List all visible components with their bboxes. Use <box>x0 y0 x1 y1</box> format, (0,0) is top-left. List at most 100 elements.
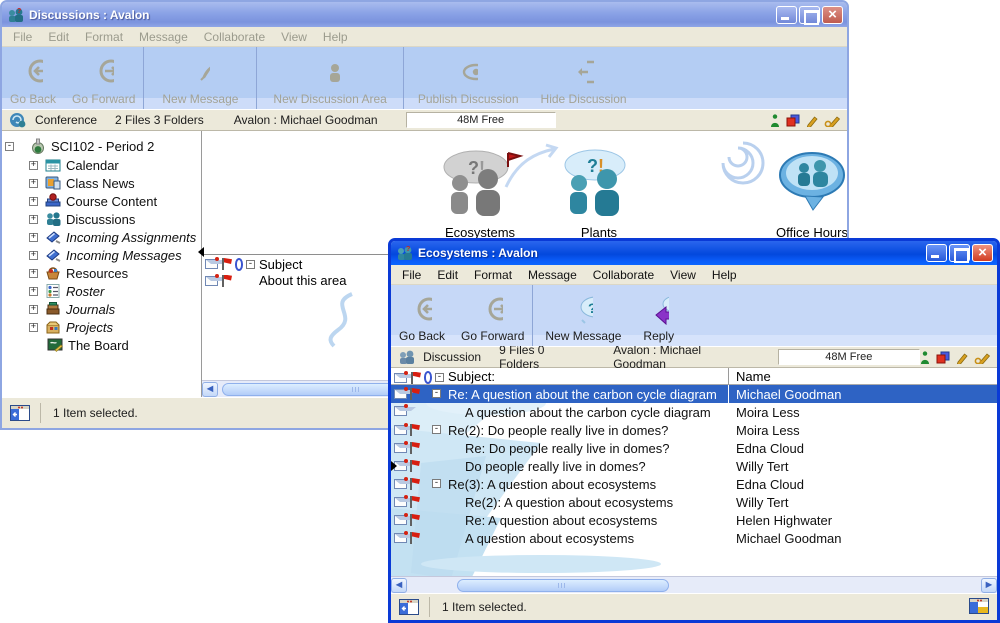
pane-splitter-arrow[interactable] <box>198 247 204 257</box>
expand-box[interactable]: + <box>29 287 38 296</box>
list-hscrollbar[interactable]: ◄ ► <box>391 576 997 593</box>
menu-view[interactable]: View <box>662 266 704 284</box>
message-row[interactable]: Re: A question about ecosystems Helen Hi… <box>391 511 997 529</box>
message-row[interactable]: - Re(2): Do people really live in domes?… <box>391 421 997 439</box>
desktop-icon-office-hours[interactable]: Office Hours <box>747 149 847 242</box>
tree-item-discussions[interactable]: + Discussions <box>2 210 201 228</box>
expand-box[interactable]: + <box>29 179 38 188</box>
maximize-button[interactable] <box>799 6 820 24</box>
tree-item-incoming-messages[interactable]: + Incoming Messages <box>2 246 201 264</box>
menu-edit[interactable]: Edit <box>429 266 466 284</box>
edit-pencil-icon[interactable] <box>806 114 818 127</box>
message-row[interactable]: - Re: A question about the carbon cycle … <box>391 385 997 403</box>
scroll-left-arrow[interactable]: ◄ <box>202 382 218 397</box>
view-options-icon[interactable] <box>969 598 989 614</box>
expand-box[interactable]: + <box>29 323 38 332</box>
person-permission-icon[interactable] <box>920 351 930 364</box>
tree-item-sci102[interactable]: - SCI102 - Period 2 <box>2 136 201 156</box>
menu-message[interactable]: Message <box>131 28 196 46</box>
collapse-all-box[interactable]: - <box>435 373 444 382</box>
titlebar-discussions[interactable]: ? Discussions : Avalon <box>2 2 847 27</box>
edit-pencil-icon[interactable] <box>956 351 968 364</box>
menu-edit[interactable]: Edit <box>40 28 77 46</box>
expand-box[interactable]: + <box>29 197 38 206</box>
reply-button[interactable]: ?? Reply <box>633 285 684 346</box>
expand-box[interactable]: + <box>29 161 38 170</box>
scroll-left-arrow[interactable]: ◄ <box>391 578 407 593</box>
name-column-header[interactable]: Name <box>736 369 771 384</box>
new-message-button[interactable]: ?? New Message <box>533 285 633 346</box>
list-header[interactable]: - Subject: Name <box>391 368 997 385</box>
message-row[interactable]: Do people really live in domes? Willy Te… <box>391 457 997 475</box>
expand-box[interactable]: + <box>29 305 38 314</box>
tree-item-course-content[interactable]: + Course Content <box>2 192 201 210</box>
desktop-icon-plants[interactable]: ?! Plants <box>544 147 654 242</box>
layers-icon[interactable] <box>936 351 950 364</box>
go-back-button[interactable]: Go Back <box>2 47 64 109</box>
message-row[interactable]: Re(2): A question about ecosystems Willy… <box>391 493 997 511</box>
free-space-indicator: 48M Free <box>406 112 556 128</box>
menu-help[interactable]: Help <box>315 28 356 46</box>
menu-collaborate[interactable]: Collaborate <box>196 28 273 46</box>
tree-item-incoming-assignments[interactable]: + Incoming Assignments <box>2 228 201 246</box>
new-discussion-area-button[interactable]: New Discussion Area <box>257 47 402 109</box>
message-row[interactable]: A question about the carbon cycle diagra… <box>391 403 997 421</box>
collapse-all-box[interactable]: - <box>246 260 255 269</box>
edit-key-icon[interactable] <box>824 114 840 127</box>
minimize-button[interactable] <box>776 6 797 24</box>
tree-item-journals[interactable]: + Journals <box>2 300 201 318</box>
titlebar-ecosystems[interactable]: ? Ecosystems : Avalon <box>391 241 997 265</box>
edit-key-icon[interactable] <box>974 351 990 364</box>
thread-collapse-box[interactable]: - <box>432 479 441 488</box>
scroll-thumb[interactable] <box>457 579 669 592</box>
person-permission-icon[interactable] <box>770 114 780 127</box>
go-back-button[interactable]: Go Back <box>391 285 453 346</box>
expand-box[interactable]: + <box>29 251 38 260</box>
thread-collapse-box[interactable]: - <box>432 425 441 434</box>
collapse-box[interactable]: - <box>5 142 14 151</box>
tree-item-roster[interactable]: + Roster <box>2 282 201 300</box>
go-forward-button[interactable]: Go Forward <box>453 285 532 346</box>
menu-file[interactable]: File <box>394 266 429 284</box>
subject-column-header[interactable]: Subject <box>259 257 302 272</box>
close-button[interactable] <box>822 6 843 24</box>
scroll-right-arrow[interactable]: ► <box>981 578 997 593</box>
close-button[interactable] <box>972 244 993 262</box>
class-news-icon <box>45 175 62 191</box>
container-type-label: Conference <box>35 113 97 127</box>
menu-format[interactable]: Format <box>466 266 520 284</box>
thread-collapse-box[interactable]: - <box>432 389 441 398</box>
message-row[interactable]: Re: Do people really live in domes? Edna… <box>391 439 997 457</box>
menu-collaborate[interactable]: Collaborate <box>585 266 662 284</box>
message-row[interactable]: - Re(3): A question about ecosystems Edn… <box>391 475 997 493</box>
toggle-pane-icon[interactable] <box>399 599 419 615</box>
layers-icon[interactable] <box>786 114 800 127</box>
column-divider[interactable] <box>728 368 729 385</box>
pane-splitter-arrow[interactable] <box>391 461 397 471</box>
expand-box[interactable]: + <box>29 269 38 278</box>
desktop-icon-ecosystems[interactable]: ?! Ecosystems <box>420 147 540 242</box>
subject-column-header[interactable]: Subject: <box>448 369 495 384</box>
menu-format[interactable]: Format <box>77 28 131 46</box>
tree-item-projects[interactable]: + Projects <box>2 318 201 336</box>
publish-discussion-button[interactable]: Publish Discussion <box>404 47 533 109</box>
expand-box[interactable]: + <box>29 215 38 224</box>
tree-item-class-news[interactable]: + Class News <box>2 174 201 192</box>
maximize-button[interactable] <box>949 244 970 262</box>
new-message-button[interactable]: New Message <box>144 47 256 109</box>
new-discussion-area-icon <box>323 52 340 92</box>
tree-item-the-board[interactable]: The Board <box>2 336 201 354</box>
tree-item-calendar[interactable]: + Calendar <box>2 156 201 174</box>
tree-item-resources[interactable]: + Resources <box>2 264 201 282</box>
menu-help[interactable]: Help <box>704 266 745 284</box>
expand-box[interactable]: + <box>29 233 38 242</box>
menu-view[interactable]: View <box>273 28 315 46</box>
hide-discussion-button[interactable]: Hide Discussion <box>533 47 635 109</box>
minimize-button[interactable] <box>926 244 947 262</box>
message-row[interactable]: A question about ecosystems Michael Good… <box>391 529 997 547</box>
discussions-icon <box>45 211 62 227</box>
menu-message[interactable]: Message <box>520 266 585 284</box>
toggle-pane-icon[interactable] <box>10 405 30 421</box>
menu-file[interactable]: File <box>5 28 40 46</box>
go-forward-button[interactable]: Go Forward <box>64 47 143 109</box>
